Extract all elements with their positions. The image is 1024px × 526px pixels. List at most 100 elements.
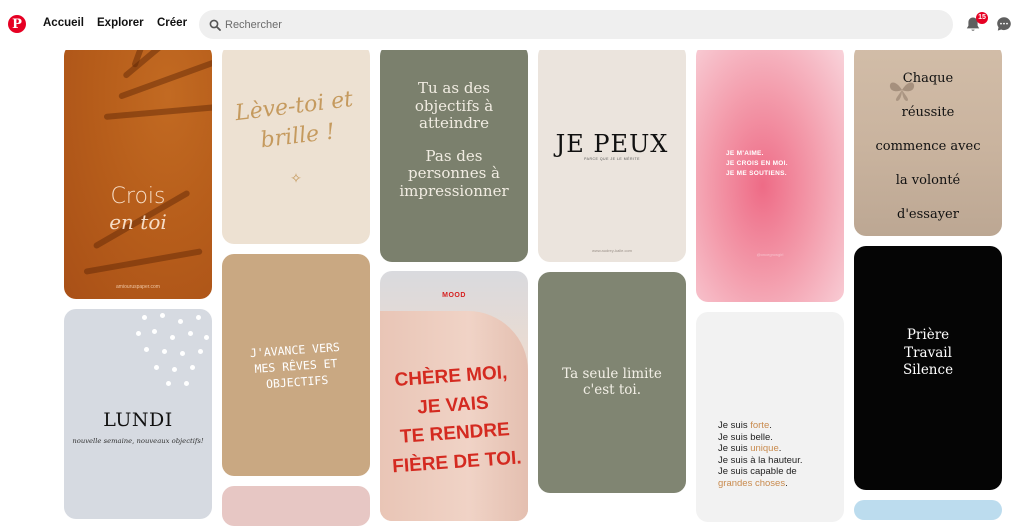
search-input[interactable]	[225, 18, 925, 31]
pin-chere-moi[interactable]: MOOD CHÈRE MOI, JE VAIS TE RENDRE FIÈRE …	[380, 271, 528, 521]
text-span: .	[778, 443, 782, 454]
pin-text-line: Tu as des	[417, 79, 491, 97]
pin-lundi[interactable]: LUNDI nouvelle semaine, nouveaux objecti…	[64, 309, 212, 519]
sparkle-icon: ✧	[290, 170, 302, 186]
pin-blue-partial[interactable]	[854, 500, 1002, 520]
dot	[136, 331, 141, 336]
pin-text: Crois	[110, 184, 166, 209]
pin-chaque-reussite[interactable]: Chaque réussite commence avec la volonté…	[854, 44, 1002, 236]
pin-text-line: impressionner	[399, 181, 509, 200]
highlight-word: grandes choses	[718, 477, 786, 489]
text-span: .	[785, 477, 788, 489]
dot	[160, 313, 165, 318]
pin-text-line: Travail	[904, 344, 952, 361]
pin-text: JE PEUX	[555, 130, 669, 158]
pin-text: JE M'AIME. JE CROIS EN MOI. JE ME SOUTIE…	[726, 149, 816, 179]
pin-text-line: Je suis forte.	[718, 420, 838, 432]
pin-text-line: d'essayer	[897, 207, 959, 222]
pin-objectifs[interactable]: Tu as des objectifs à atteindre Pas des …	[380, 44, 528, 262]
dot	[198, 349, 203, 354]
pin-text: nouvelle semaine, nouveaux objectifs!	[72, 437, 204, 445]
dot	[196, 315, 201, 320]
pin-text-line: c'est toi.	[582, 382, 642, 398]
dot	[190, 365, 195, 370]
top-navigation-bar: P Accueil Explorer Créer 15	[0, 0, 1024, 50]
pin-text-line: personnes à	[408, 164, 500, 182]
dots-pattern	[132, 309, 212, 389]
palm-leaf-shadow	[103, 102, 212, 120]
pin-text: en toi	[109, 210, 167, 234]
palm-leaf-shadow	[83, 248, 203, 275]
pin-crois-en-toi[interactable]: Crois en toi amiouruspaper.com	[64, 44, 212, 299]
dot	[162, 349, 167, 354]
nav-creer[interactable]: Créer	[157, 17, 187, 29]
pin-credit: amiouruspaper.com	[116, 284, 160, 290]
highlight-word: unique	[750, 443, 779, 454]
text-span: Je suis	[718, 420, 751, 431]
pin-text: LUNDI	[103, 409, 173, 431]
pin-text-line: Je suis unique.	[718, 443, 838, 455]
pinterest-logo-icon[interactable]: P	[8, 15, 26, 33]
dot	[144, 347, 149, 352]
dot	[142, 315, 147, 320]
pin-tag: MOOD	[442, 292, 466, 299]
pin-je-maime[interactable]: JE M'AIME. JE CROIS EN MOI. JE ME SOUTIE…	[696, 44, 844, 302]
search-icon	[209, 19, 221, 31]
dot	[180, 351, 185, 356]
text-span: Je suis	[718, 443, 751, 454]
pin-ta-seule-limite[interactable]: Ta seule limite c'est toi.	[538, 272, 686, 493]
pin-text-line: Chaque	[902, 71, 954, 86]
dot	[184, 381, 189, 386]
dot	[172, 367, 177, 372]
pin-text: Ta seule limite c'est toi.	[538, 366, 686, 398]
pin-text-line: Je suis belle.	[718, 431, 773, 443]
nav-explorer[interactable]: Explorer	[97, 17, 144, 29]
pin-text: Prière Travail Silence	[854, 327, 1002, 380]
pin-text: PARCE QUE JE LE MÉRITE	[584, 157, 640, 161]
pin-je-peux[interactable]: JE PEUX PARCE QUE JE LE MÉRITE www.audre…	[538, 44, 686, 262]
pin-text-line: Silence	[902, 362, 954, 378]
pin-text: CHÈRE MOI, JE VAIS TE RENDRE FIÈRE DE TO…	[380, 358, 528, 482]
pin-je-suis-forte[interactable]: Je suis forte. Je suis belle. Je suis un…	[696, 312, 844, 522]
pin-priere-travail-silence[interactable]: Prière Travail Silence	[854, 246, 1002, 490]
notifications-badge: 15	[976, 12, 988, 24]
dot	[188, 331, 193, 336]
pin-text-line: Je suis capable de	[718, 466, 797, 477]
dot	[178, 319, 183, 324]
pin-text-line: JE CROIS EN MOI.	[726, 160, 788, 167]
dot	[166, 381, 171, 386]
dot	[204, 335, 209, 340]
dot	[152, 329, 157, 334]
dot	[170, 335, 175, 340]
pin-text-line: JE M'AIME.	[726, 150, 764, 157]
pin-credit: @oncegrowgirl	[756, 252, 784, 257]
messages-chat-icon[interactable]	[996, 16, 1012, 32]
pin-text-line: Prière	[906, 327, 950, 343]
pin-text-line: réussite	[901, 105, 955, 120]
pin-text: Tu as des objectifs à atteindre Pas des …	[380, 79, 528, 200]
pin-pink-partial[interactable]	[222, 486, 370, 526]
search-bar[interactable]	[199, 10, 953, 39]
pin-text: Je suis forte. Je suis belle. Je suis un…	[718, 420, 838, 489]
text-span: .	[769, 420, 772, 431]
pin-text-line: Pas des	[425, 146, 483, 165]
pin-avance-vers-mes-reves[interactable]: J'AVANCE VERS MES RÊVES ET OBJECTIFS	[222, 254, 370, 476]
pin-text-line: atteindre	[419, 114, 489, 132]
pin-text: Lève-toi et brille !	[222, 83, 370, 161]
pin-text-line: JE ME SOUTIENS.	[726, 170, 787, 177]
pin-text-line: Je suis à la hauteur.	[718, 454, 803, 466]
dot	[154, 365, 159, 370]
logo-letter: P	[12, 16, 22, 32]
pin-credit: www.audrey-kalle.com	[591, 248, 632, 253]
pin-text-line: objectifs à	[414, 96, 494, 115]
pin-text-line: commence avec	[875, 139, 981, 154]
pin-text: Chaque réussite commence avec la volonté…	[854, 62, 1002, 232]
pin-text-line: la volonté	[895, 173, 961, 188]
pin-text-line: Ta seule limite	[562, 366, 662, 382]
pin-text: J'AVANCE VERS MES RÊVES ET OBJECTIFS	[222, 337, 370, 395]
pin-leve-toi-et-brille[interactable]: Lève-toi et brille ! ✧	[222, 44, 370, 244]
highlight-word: forte	[750, 420, 770, 431]
pin-text-line: grandes choses.	[718, 478, 838, 490]
nav-accueil[interactable]: Accueil	[43, 17, 84, 29]
